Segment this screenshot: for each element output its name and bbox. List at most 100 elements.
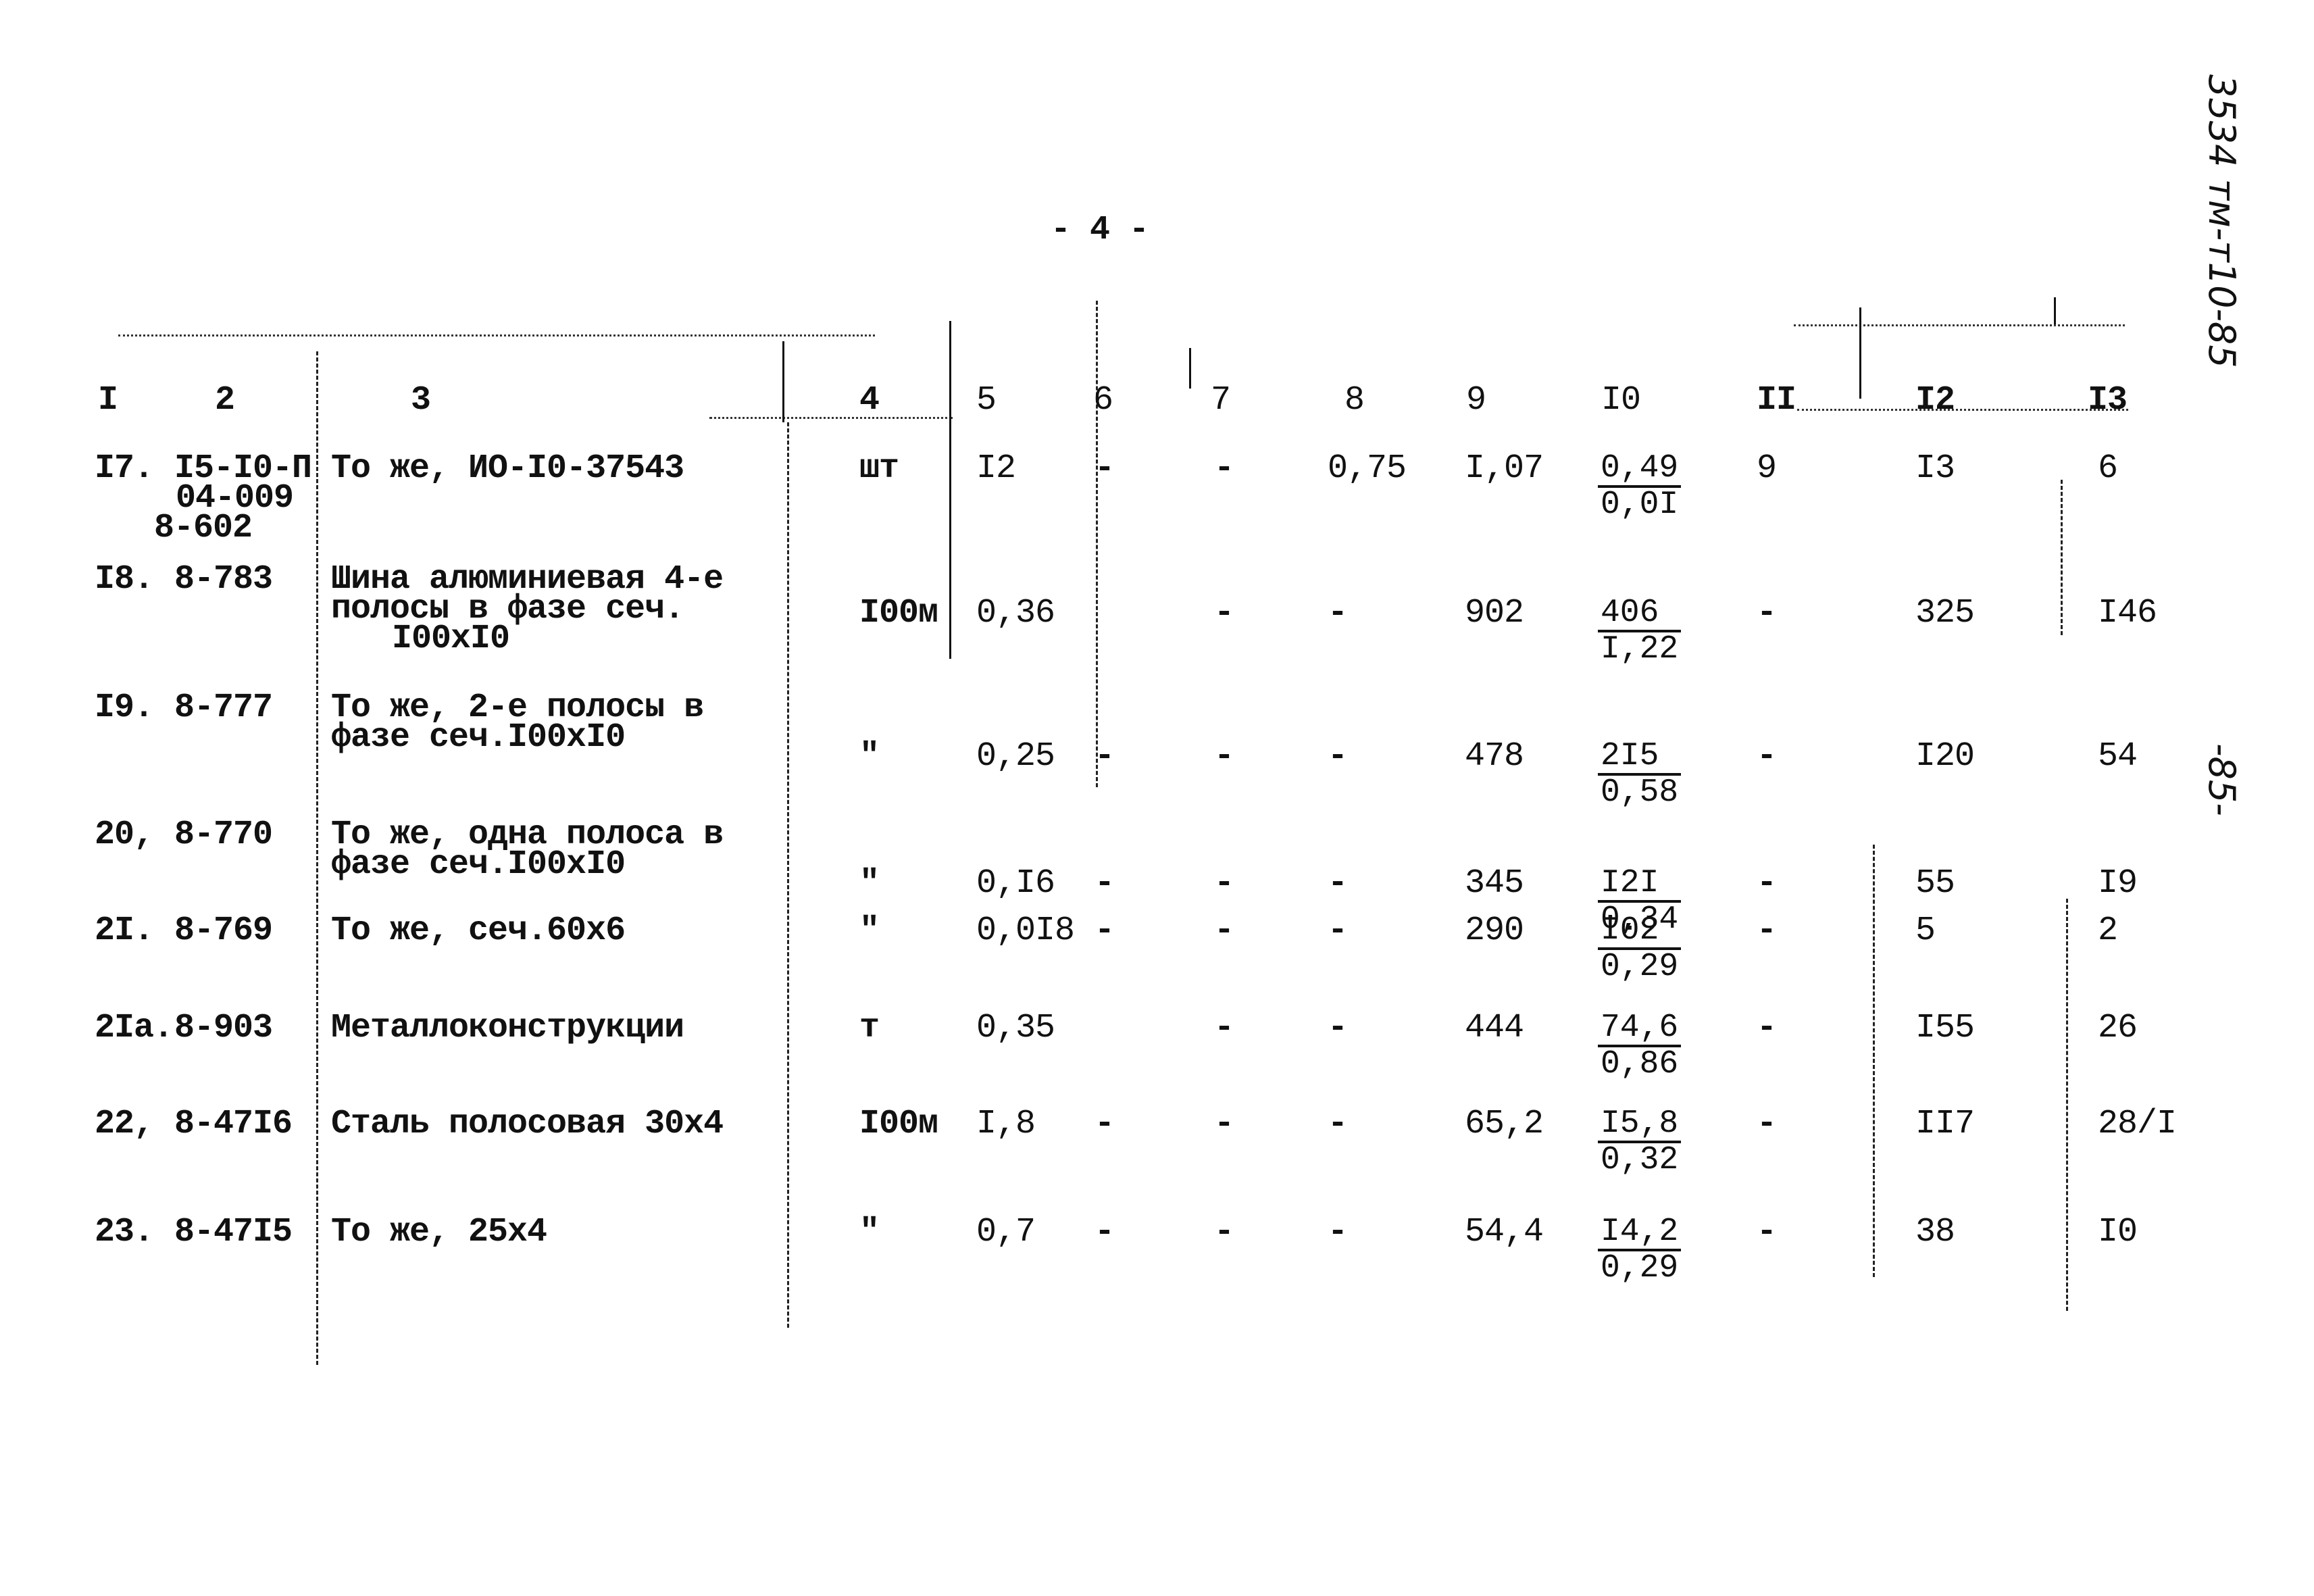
cell-col-7: - <box>1214 737 1235 776</box>
cell-col-9: 65,2 <box>1465 1105 1544 1143</box>
row-number: 23. <box>95 1213 154 1251</box>
fraction-numerator: I4,2 <box>1598 1215 1682 1251</box>
cell-col-5: 0,25 <box>976 737 1055 776</box>
cell-col-12: 5 <box>1915 912 1936 950</box>
price-code: 8-770 <box>174 816 273 854</box>
cell-col-5: 0,0I8 <box>976 912 1075 950</box>
column-header-1: I <box>98 381 118 420</box>
cell-col-9: 444 <box>1465 1009 1524 1047</box>
row-number: I9. <box>95 689 154 727</box>
cell-col-10-fraction: 0,49 0,0I <box>1598 451 1682 523</box>
cell-col-13: 26 <box>2098 1009 2138 1047</box>
row-number: 2Iа. <box>95 1009 174 1047</box>
cell-col-11: - <box>1757 1105 1778 1143</box>
unit-of-measure: т <box>859 1009 880 1047</box>
unit-of-measure: I00м <box>859 594 938 632</box>
cell-col-5: 0,7 <box>976 1213 1036 1251</box>
cell-col-12: II7 <box>1915 1105 1975 1143</box>
column-header-11: II <box>1757 381 1796 420</box>
cell-col-12: I55 <box>1915 1009 1975 1047</box>
cell-col-5: I,8 <box>976 1105 1036 1143</box>
price-code: 8-777 <box>174 689 273 727</box>
cell-col-8: - <box>1328 737 1349 776</box>
cell-col-9: 478 <box>1465 737 1524 776</box>
cell-col-13: I46 <box>2098 594 2157 632</box>
cell-col-8: - <box>1328 1105 1349 1143</box>
row-number: I8. <box>95 560 154 599</box>
unit-of-measure: шт <box>859 449 899 488</box>
cell-col-10-fraction: 2I5 0,58 <box>1598 739 1682 809</box>
item-description: фазе сеч.I00xI0 <box>331 845 626 884</box>
cell-col-9: 345 <box>1465 864 1524 903</box>
cell-col-13: I0 <box>2098 1213 2138 1251</box>
cell-col-7: - <box>1214 864 1235 903</box>
price-code: 8-47I5 <box>174 1213 293 1251</box>
cell-col-6: - <box>1095 1213 1115 1251</box>
row-number: I7. <box>95 449 154 488</box>
fraction-numerator: I5,8 <box>1598 1107 1682 1143</box>
fraction-denominator: 0,0I <box>1601 487 1679 523</box>
cell-col-6: - <box>1095 864 1115 903</box>
fraction-numerator: 406 <box>1598 596 1682 632</box>
cell-col-7: - <box>1214 449 1235 488</box>
cell-col-9: 902 <box>1465 594 1524 632</box>
column-divider-6-7-top <box>1189 348 1191 389</box>
cell-col-6: - <box>1095 449 1115 488</box>
cell-col-12: I20 <box>1915 737 1975 776</box>
unit-of-measure: " <box>859 912 880 950</box>
fraction-numerator: I02 <box>1598 914 1682 950</box>
cell-col-10-fraction: 74,6 0,86 <box>1598 1011 1682 1082</box>
cell-col-11: - <box>1757 912 1778 950</box>
column-divider-12-13-upper <box>2061 480 2063 635</box>
cell-col-10-fraction: I4,2 0,29 <box>1598 1215 1682 1285</box>
row-number: 2I. <box>95 912 154 950</box>
cell-col-9: 290 <box>1465 912 1524 950</box>
cell-col-11: - <box>1757 737 1778 776</box>
unit-of-measure: " <box>859 737 880 776</box>
cell-col-7: - <box>1214 1009 1235 1047</box>
column-header-12: I2 <box>1915 381 1955 420</box>
column-header-6: 6 <box>1093 381 1113 420</box>
cell-col-8: 0,75 <box>1328 449 1407 488</box>
row-number: 22, <box>95 1105 154 1143</box>
item-description: Сталь полосовая 30x4 <box>331 1105 724 1143</box>
cell-col-7: - <box>1214 1105 1235 1143</box>
cell-col-11: - <box>1757 864 1778 903</box>
column-divider-12-13-top <box>2054 297 2056 324</box>
column-header-9: 9 <box>1466 381 1486 420</box>
column-divider-11-12-top <box>1859 307 1861 399</box>
column-header-13: I3 <box>2088 381 2128 420</box>
unit-of-measure: I00м <box>859 1105 938 1143</box>
cell-col-12: 55 <box>1915 864 1955 903</box>
cell-col-7: - <box>1214 594 1235 632</box>
cell-col-7: - <box>1214 1213 1235 1251</box>
cell-col-6: - <box>1095 1105 1115 1143</box>
column-divider-12-13 <box>2066 899 2068 1311</box>
header-bottom-rule-right <box>1797 409 2128 411</box>
fraction-numerator: 74,6 <box>1598 1011 1682 1047</box>
cell-col-11: 9 <box>1757 449 1777 488</box>
column-header-8: 8 <box>1344 381 1365 420</box>
cell-col-11: - <box>1757 1009 1778 1047</box>
sheet-number-annotation: -85- <box>2200 743 2243 816</box>
item-description: То же, ИО-I0-37543 <box>331 449 684 488</box>
column-divider-4-5 <box>949 321 951 659</box>
page-number: - 4 - <box>1051 211 1149 249</box>
column-divider-5-6 <box>1096 301 1098 787</box>
row-number: 20, <box>95 816 154 854</box>
cell-col-13: I9 <box>2098 864 2138 903</box>
cell-col-13: 54 <box>2098 737 2138 776</box>
cell-col-6: - <box>1095 912 1115 950</box>
column-header-4: 4 <box>859 381 880 420</box>
column-divider-11-12 <box>1873 845 1875 1277</box>
cell-col-13: 28/I <box>2098 1105 2177 1143</box>
item-description: То же, 25x4 <box>331 1213 547 1251</box>
column-divider-3-4-top <box>782 341 784 422</box>
column-divider-3-4 <box>787 422 789 1328</box>
column-header-10: I0 <box>1601 381 1641 420</box>
fraction-denominator: 0,86 <box>1601 1046 1679 1082</box>
cell-col-5: 0,36 <box>976 594 1055 632</box>
cell-col-7: - <box>1214 912 1235 950</box>
header-top-rule <box>118 334 875 336</box>
item-description: Металлоконструкции <box>331 1009 684 1047</box>
